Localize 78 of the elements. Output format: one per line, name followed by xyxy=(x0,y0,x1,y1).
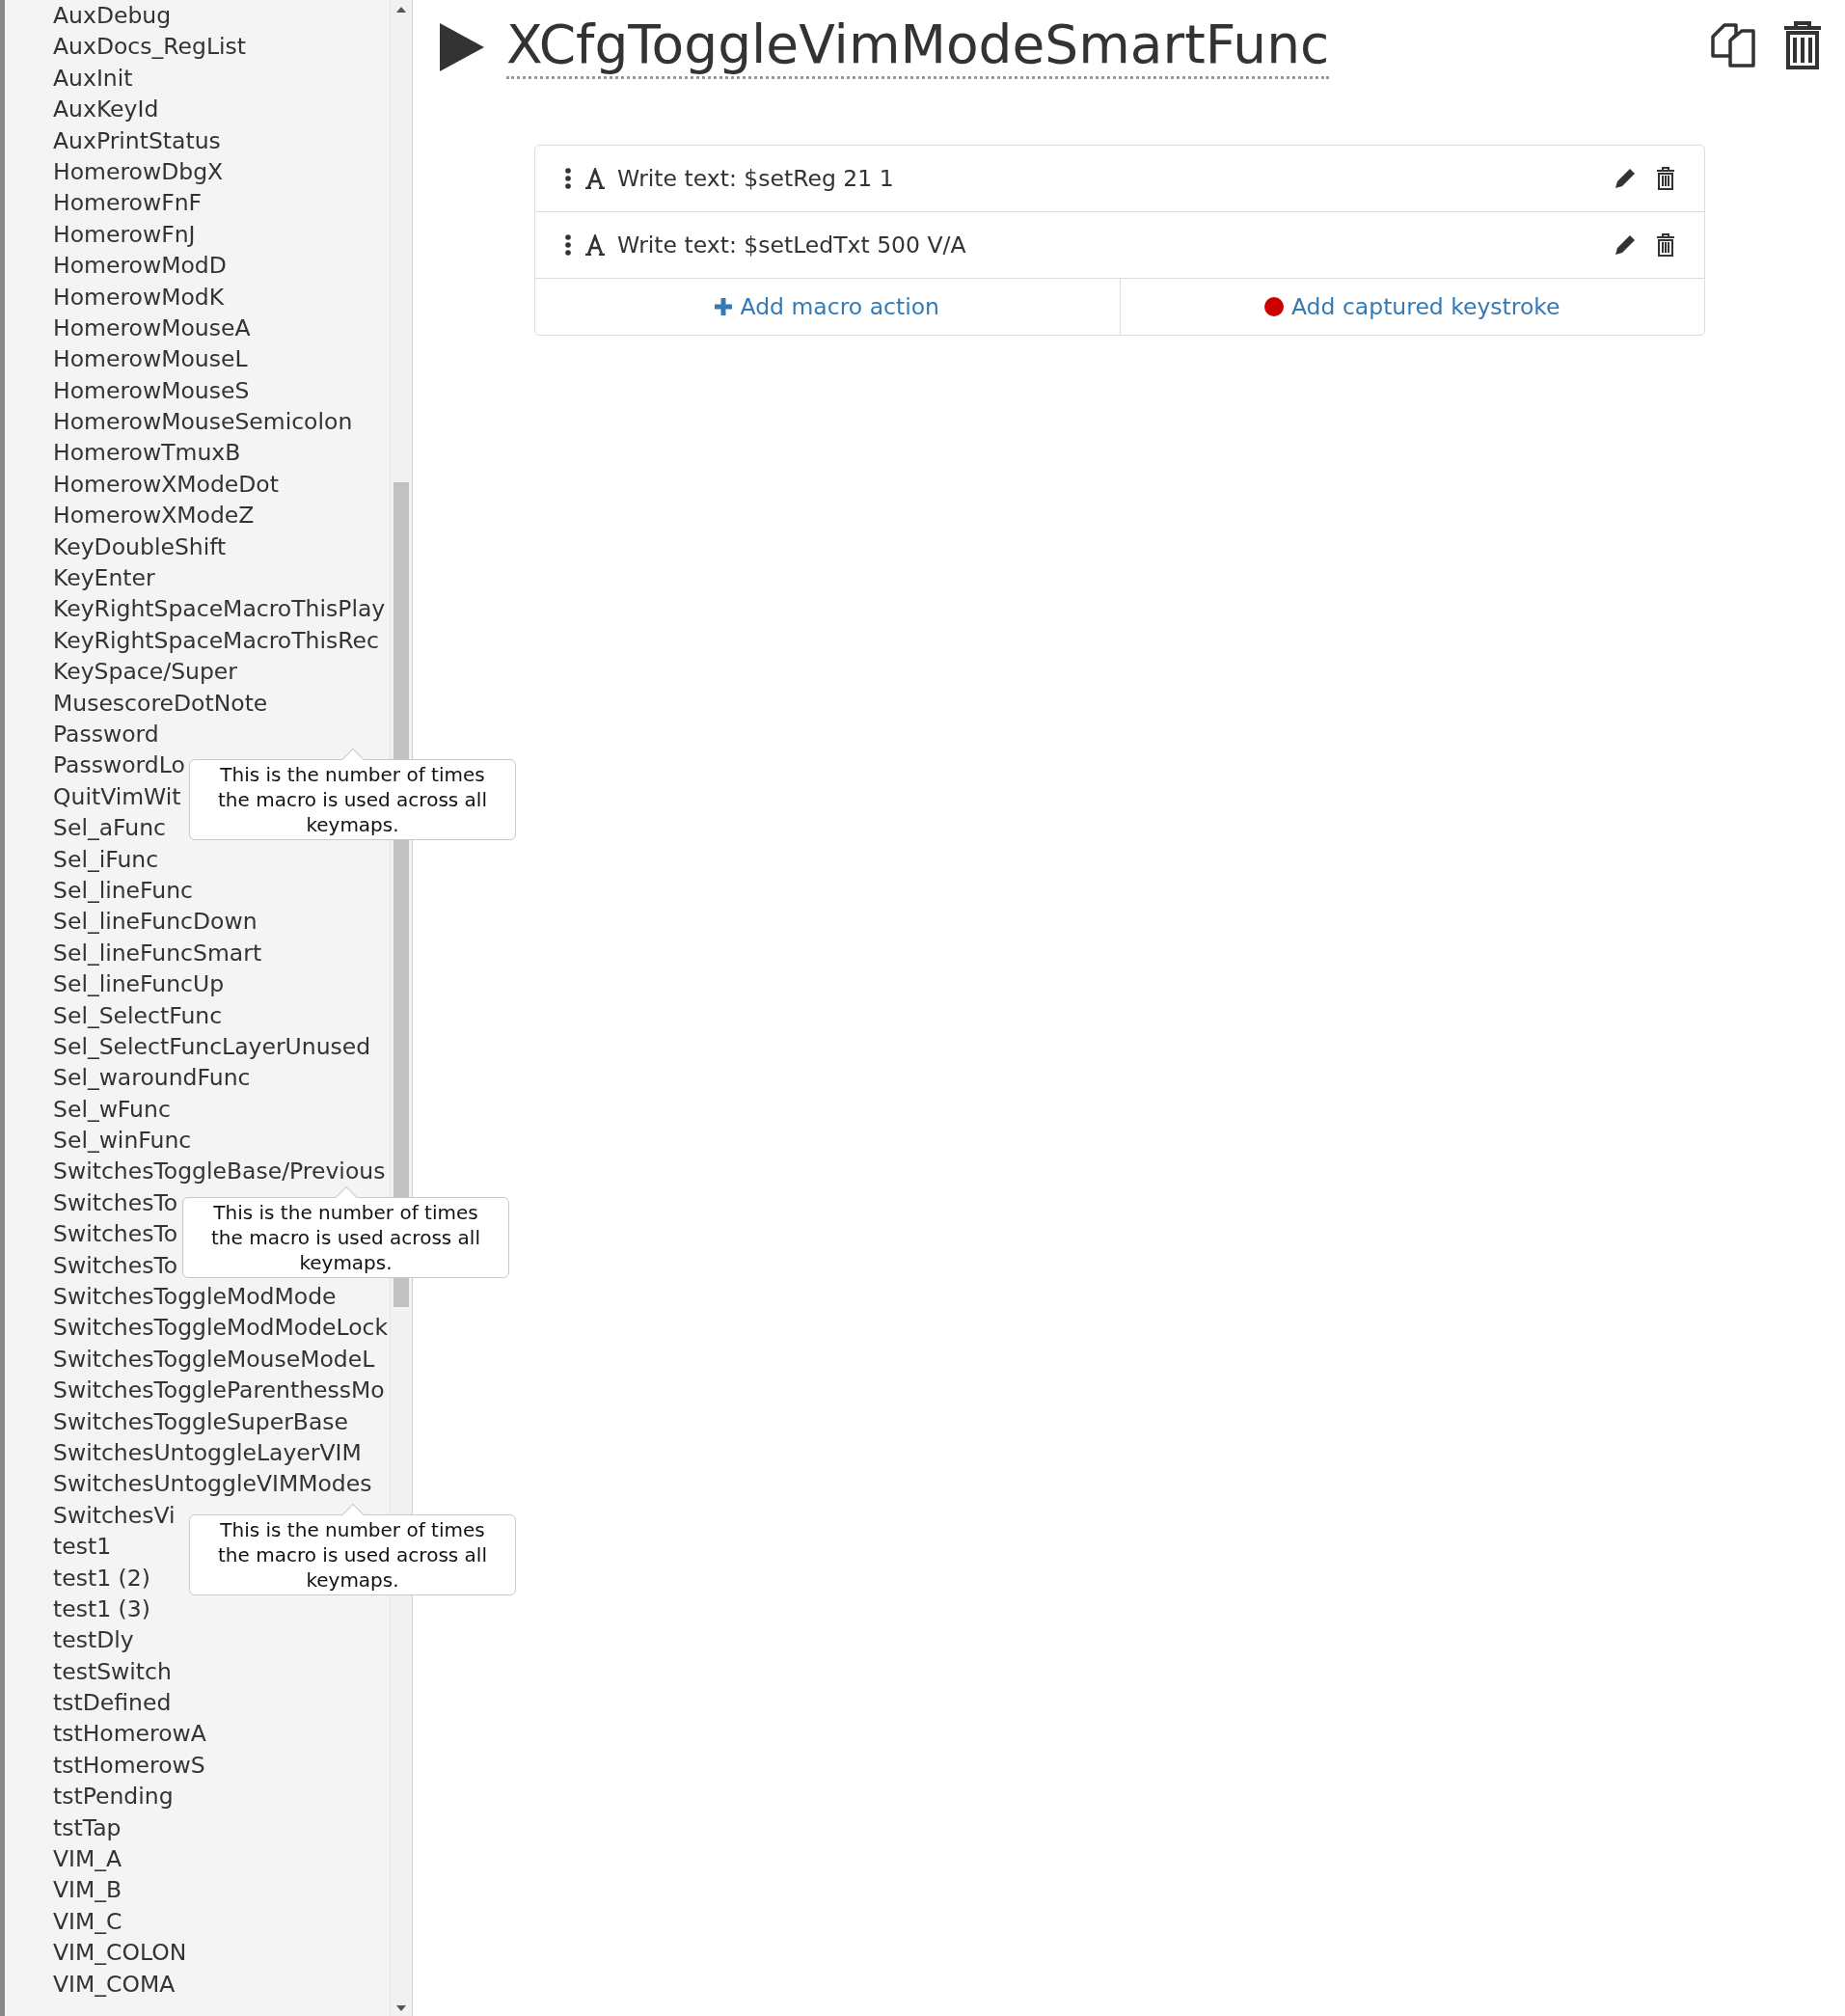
macro-list-item[interactable]: HomerowModD xyxy=(5,250,390,282)
macro-list-item[interactable]: SwitchesToggleParenthessMo xyxy=(5,1375,390,1406)
scroll-down-icon[interactable] xyxy=(395,2004,407,2012)
macro-list-item[interactable]: tstHomerowA xyxy=(5,1718,390,1750)
duplicate-icon[interactable] xyxy=(1711,23,1755,68)
macro-list-item[interactable]: Sel_SelectFuncLayerUnused xyxy=(5,1030,390,1063)
action-text: Write text: $setReg 21 1 xyxy=(617,165,894,192)
macro-list-item[interactable]: SwitchesUntoggleVIMModes xyxy=(5,1468,390,1500)
macro-list-item[interactable]: AuxInit xyxy=(5,62,390,95)
macro-list-item[interactable]: Sel_wFunc xyxy=(5,1093,390,1126)
drag-handle-icon[interactable] xyxy=(565,168,571,189)
text-icon xyxy=(584,168,606,189)
macro-list-item[interactable]: KeyDoubleShift xyxy=(5,531,390,563)
macro-list-item[interactable]: AuxDebug xyxy=(5,0,390,32)
macro-list-item[interactable]: testSwitch xyxy=(5,1655,390,1688)
macro-list-item[interactable]: AuxDocs_RegList xyxy=(5,31,390,63)
macro-list-item[interactable]: tstPending xyxy=(5,1781,390,1812)
macro-list-item[interactable]: Sel_lineFuncUp xyxy=(5,968,390,1000)
macro-list-item[interactable]: VIM_COLON xyxy=(5,1937,390,1969)
macro-list-item[interactable]: Sel_lineFuncDown xyxy=(5,906,390,938)
scroll-up-icon[interactable] xyxy=(395,6,407,14)
macro-list-item[interactable]: testDly xyxy=(5,1624,390,1656)
add-captured-keystroke-button[interactable]: Add captured keystroke xyxy=(1119,279,1704,335)
edit-icon[interactable] xyxy=(1614,167,1637,190)
macro-list-item[interactable]: HomerowXModeDot xyxy=(5,468,390,501)
macro-list-item[interactable]: tstDefined xyxy=(5,1687,390,1719)
macro-list-item[interactable]: Sel_waroundFunc xyxy=(5,1062,390,1094)
trash-icon[interactable] xyxy=(1782,21,1823,69)
macro-list-item[interactable]: HomerowModK xyxy=(5,281,390,313)
trash-icon[interactable] xyxy=(1656,233,1675,257)
macro-title[interactable]: XCfgToggleVimModeSmartFunc xyxy=(506,12,1330,79)
macro-list-item[interactable]: KeyRightSpaceMacroThisRec xyxy=(5,624,390,657)
macro-list-item[interactable]: SwitchesToggleMouseModeL xyxy=(5,1343,390,1376)
macro-list-item[interactable]: HomerowXModeZ xyxy=(5,500,390,531)
edit-icon[interactable] xyxy=(1614,233,1637,257)
macro-list-item[interactable]: HomerowMouseSemicolon xyxy=(5,406,390,438)
macro-list-item[interactable]: Sel_lineFuncSmart xyxy=(5,937,390,969)
macro-list-item[interactable]: SwitchesUntoggleLayerVIM xyxy=(5,1436,390,1469)
macro-list-item[interactable]: KeyEnter xyxy=(5,562,390,594)
macro-list-item[interactable]: HomerowMouseS xyxy=(5,374,390,407)
macro-list-item[interactable]: KeySpace/Super xyxy=(5,656,390,688)
macro-list-item[interactable]: Password xyxy=(5,719,390,750)
macro-list-item[interactable]: Sel_winFunc xyxy=(5,1125,390,1157)
macro-list-item[interactable]: HomerowFnJ xyxy=(5,218,390,251)
macro-list-item[interactable]: Sel_SelectFunc xyxy=(5,999,390,1031)
macro-list-item[interactable]: SwitchesToggleSuperBase xyxy=(5,1405,390,1437)
macro-list-item[interactable]: VIM_A xyxy=(5,1843,390,1875)
macro-list-item[interactable]: tstTap xyxy=(5,1812,390,1844)
macro-list-item[interactable]: Sel_lineFunc xyxy=(5,874,390,907)
macro-list-item[interactable]: HomerowMouseA xyxy=(5,312,390,344)
macro-list-item[interactable]: MusescoreDotNote xyxy=(5,687,390,719)
drag-handle-icon[interactable] xyxy=(565,234,571,256)
record-icon xyxy=(1263,297,1284,316)
add-macro-action-button[interactable]: Add macro action xyxy=(535,279,1120,335)
macro-list-item[interactable]: tstHomerowS xyxy=(5,1749,390,1782)
macro-list-item[interactable]: VIM_COMA xyxy=(5,1968,390,2000)
macro-list-item[interactable]: Sel_iFunc xyxy=(5,843,390,875)
play-icon[interactable] xyxy=(439,22,485,72)
macro-list-item[interactable]: SwitchesToggleModMode xyxy=(5,1281,390,1313)
macro-list-item[interactable]: test1 (3) xyxy=(5,1593,390,1625)
macro-list-item[interactable]: HomerowMouseL xyxy=(5,343,390,375)
tooltip-text: This is the number of times the macro is used across all keymaps. xyxy=(210,1200,481,1275)
macro-list-item[interactable]: AuxPrintStatus xyxy=(5,124,390,156)
macro-list-item[interactable]: KeyRightSpaceMacroThisPlay xyxy=(5,593,390,625)
text-icon xyxy=(584,234,606,256)
macro-list-item[interactable]: VIM_B xyxy=(5,1874,390,1906)
macro-list-item[interactable]: SwitchesToggleBase/Previous xyxy=(5,1156,390,1187)
tooltip-text: This is the number of times the macro is used across all keymaps. xyxy=(217,762,488,837)
macro-list-item[interactable]: AuxKeyId xyxy=(5,94,390,125)
tooltip-text: This is the number of times the macro is used across all keymaps. xyxy=(217,1517,488,1593)
macro-list-item[interactable]: SwitchesToggleModModeLock xyxy=(5,1312,390,1344)
macro-list-item[interactable]: HomerowDbgX xyxy=(5,155,390,188)
action-text: Write text: $setLedTxt 500 V/A xyxy=(617,232,966,259)
trash-icon[interactable] xyxy=(1656,167,1675,190)
macro-list-item[interactable]: HomerowFnF xyxy=(5,187,390,219)
plus-icon xyxy=(715,298,733,315)
macro-list-item[interactable]: VIM_C xyxy=(5,1905,390,1938)
macro-list-item[interactable]: HomerowTmuxB xyxy=(5,437,390,469)
